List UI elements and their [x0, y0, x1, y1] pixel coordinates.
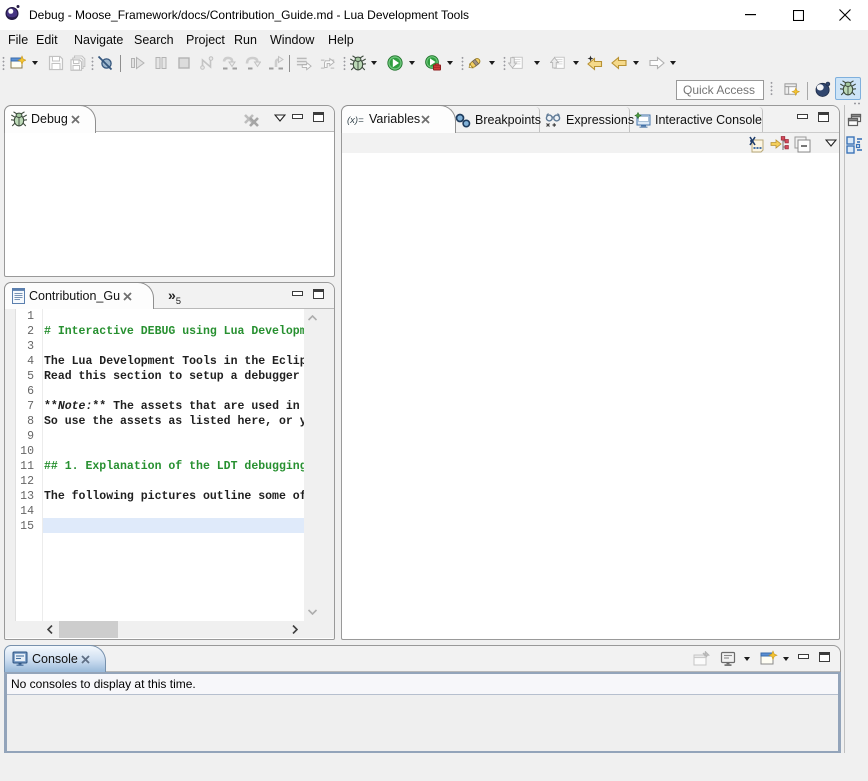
svg-text:(x)=: (x)= [347, 115, 364, 125]
